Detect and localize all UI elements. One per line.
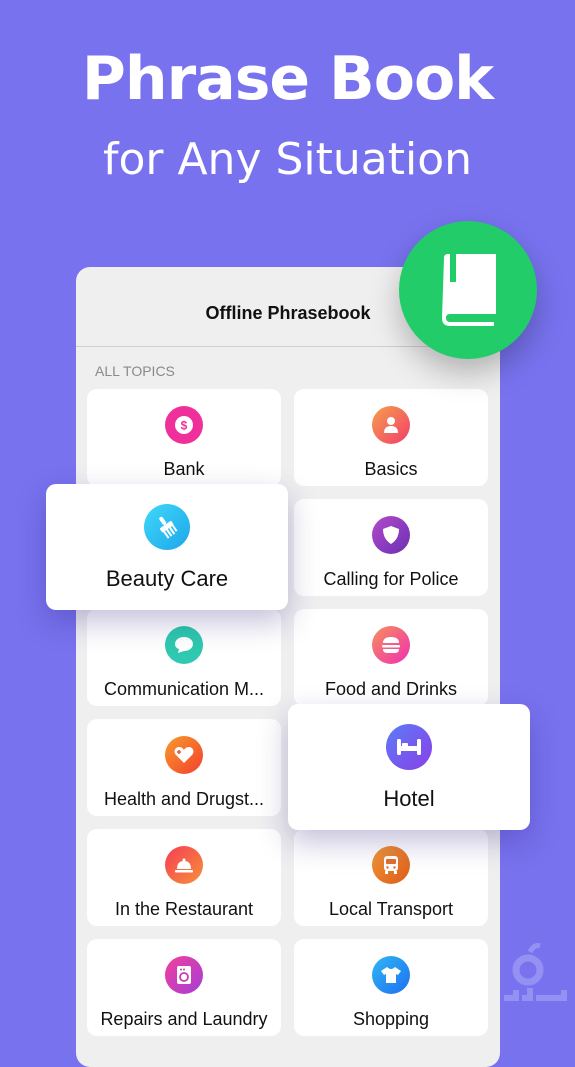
chat-bubble-icon (165, 626, 203, 664)
phrasebook-badge (399, 221, 537, 359)
topic-label: Health and Drugst... (103, 789, 265, 809)
topic-label: Beauty Care (105, 566, 229, 591)
topic-shopping[interactable]: Shopping (294, 939, 488, 1036)
topic-label: Hotel (383, 786, 435, 811)
svg-text:$: $ (181, 419, 188, 433)
app-window: Offline Phrasebook ALL TOPICS $ Bank Bas… (76, 267, 500, 1067)
topic-label: Local Transport (328, 899, 454, 919)
topic-beauty-care[interactable]: Beauty Care (46, 484, 288, 610)
watermark-logo (500, 940, 570, 1020)
burger-icon (372, 626, 410, 664)
topic-label: Shopping (352, 1009, 430, 1029)
topic-label: Food and Drinks (324, 679, 458, 699)
comb-icon (144, 504, 190, 550)
topic-bank[interactable]: $ Bank (87, 389, 281, 486)
topic-local-transport[interactable]: Local Transport (294, 829, 488, 926)
hero-subtitle: for Any Situation (102, 134, 473, 185)
dollar-icon: $ (165, 406, 203, 444)
topic-food-and-drinks[interactable]: Food and Drinks (294, 609, 488, 706)
shield-icon (372, 516, 410, 554)
bed-icon (386, 724, 432, 770)
topic-repairs-and-laundry[interactable]: Repairs and Laundry (87, 939, 281, 1036)
person-icon (372, 406, 410, 444)
topic-in-the-restaurant[interactable]: In the Restaurant (87, 829, 281, 926)
topic-hotel[interactable]: Hotel (288, 704, 530, 830)
washing-machine-icon (165, 956, 203, 994)
bus-icon (372, 846, 410, 884)
topic-label: Basics (364, 459, 418, 479)
topic-health-and-drugstore[interactable]: Health and Drugst... (87, 719, 281, 816)
topic-basics[interactable]: Basics (294, 389, 488, 486)
section-label: ALL TOPICS (95, 363, 175, 379)
book-icon (442, 254, 496, 326)
topic-label: In the Restaurant (114, 899, 254, 919)
heart-plus-icon (165, 736, 203, 774)
topic-label: Repairs and Laundry (100, 1009, 268, 1029)
hero-title: Phrase Book (81, 44, 494, 114)
topic-label: Bank (163, 459, 205, 479)
topic-calling-for-police[interactable]: Calling for Police (294, 499, 488, 596)
topic-label: Communication M... (103, 679, 265, 699)
tshirt-icon (372, 956, 410, 994)
cloche-icon (165, 846, 203, 884)
topic-communication[interactable]: Communication M... (87, 609, 281, 706)
topic-label: Calling for Police (323, 569, 459, 589)
